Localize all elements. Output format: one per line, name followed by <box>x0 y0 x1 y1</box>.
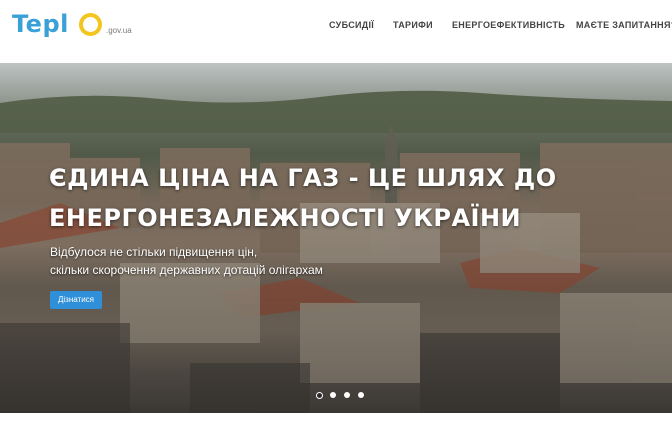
nav-tariffs[interactable]: ТАРИФИ <box>393 20 433 30</box>
site-header: Tepl .gov.ua СУБСИДІЇ ТАРИФИ ЕНЕРГОЕФЕКТ… <box>0 0 672 64</box>
carousel-dot[interactable] <box>316 392 323 399</box>
hero-title-line: ЕНЕРГОНЕЗАЛЕЖНОСТІ УКРАЇНИ <box>49 204 522 232</box>
nav-subsidies[interactable]: СУБСИДІЇ <box>329 20 374 30</box>
city-panorama-image <box>0 63 672 413</box>
hero-subtitle-line: скільки скорочення державних дотацій олі… <box>50 263 323 277</box>
learn-more-button[interactable]: Дізнатися <box>50 291 102 309</box>
carousel-dot[interactable] <box>344 392 350 398</box>
nav-faq[interactable]: МАЄТЕ ЗАПИТАННЯ? <box>576 20 672 30</box>
hero-subtitle-line: Відбулося не стільки підвищення цін, <box>50 245 258 259</box>
nav-energy-efficiency[interactable]: ЕНЕРГОЕФЕКТИВНІСТЬ <box>452 20 565 30</box>
hero-title-line: ЄДИНА ЦІНА НА ГАЗ - ЦЕ ШЛЯХ ДО <box>49 164 557 192</box>
carousel-dot[interactable] <box>330 392 336 398</box>
hero-title: ЄДИНА ЦІНА НА ГАЗ - ЦЕ ШЛЯХ ДО ЕНЕРГОНЕЗ… <box>49 158 609 238</box>
hero-subtitle: Відбулося не стільки підвищення цін, скі… <box>50 243 450 279</box>
carousel-dot[interactable] <box>358 392 364 398</box>
page-below-hero <box>0 413 672 428</box>
main-nav: СУБСИДІЇ ТАРИФИ ЕНЕРГОЕФЕКТИВНІСТЬ МАЄТЕ… <box>0 20 672 34</box>
hero-slider: ЄДИНА ЦІНА НА ГАЗ - ЦЕ ШЛЯХ ДО ЕНЕРГОНЕЗ… <box>0 63 672 413</box>
